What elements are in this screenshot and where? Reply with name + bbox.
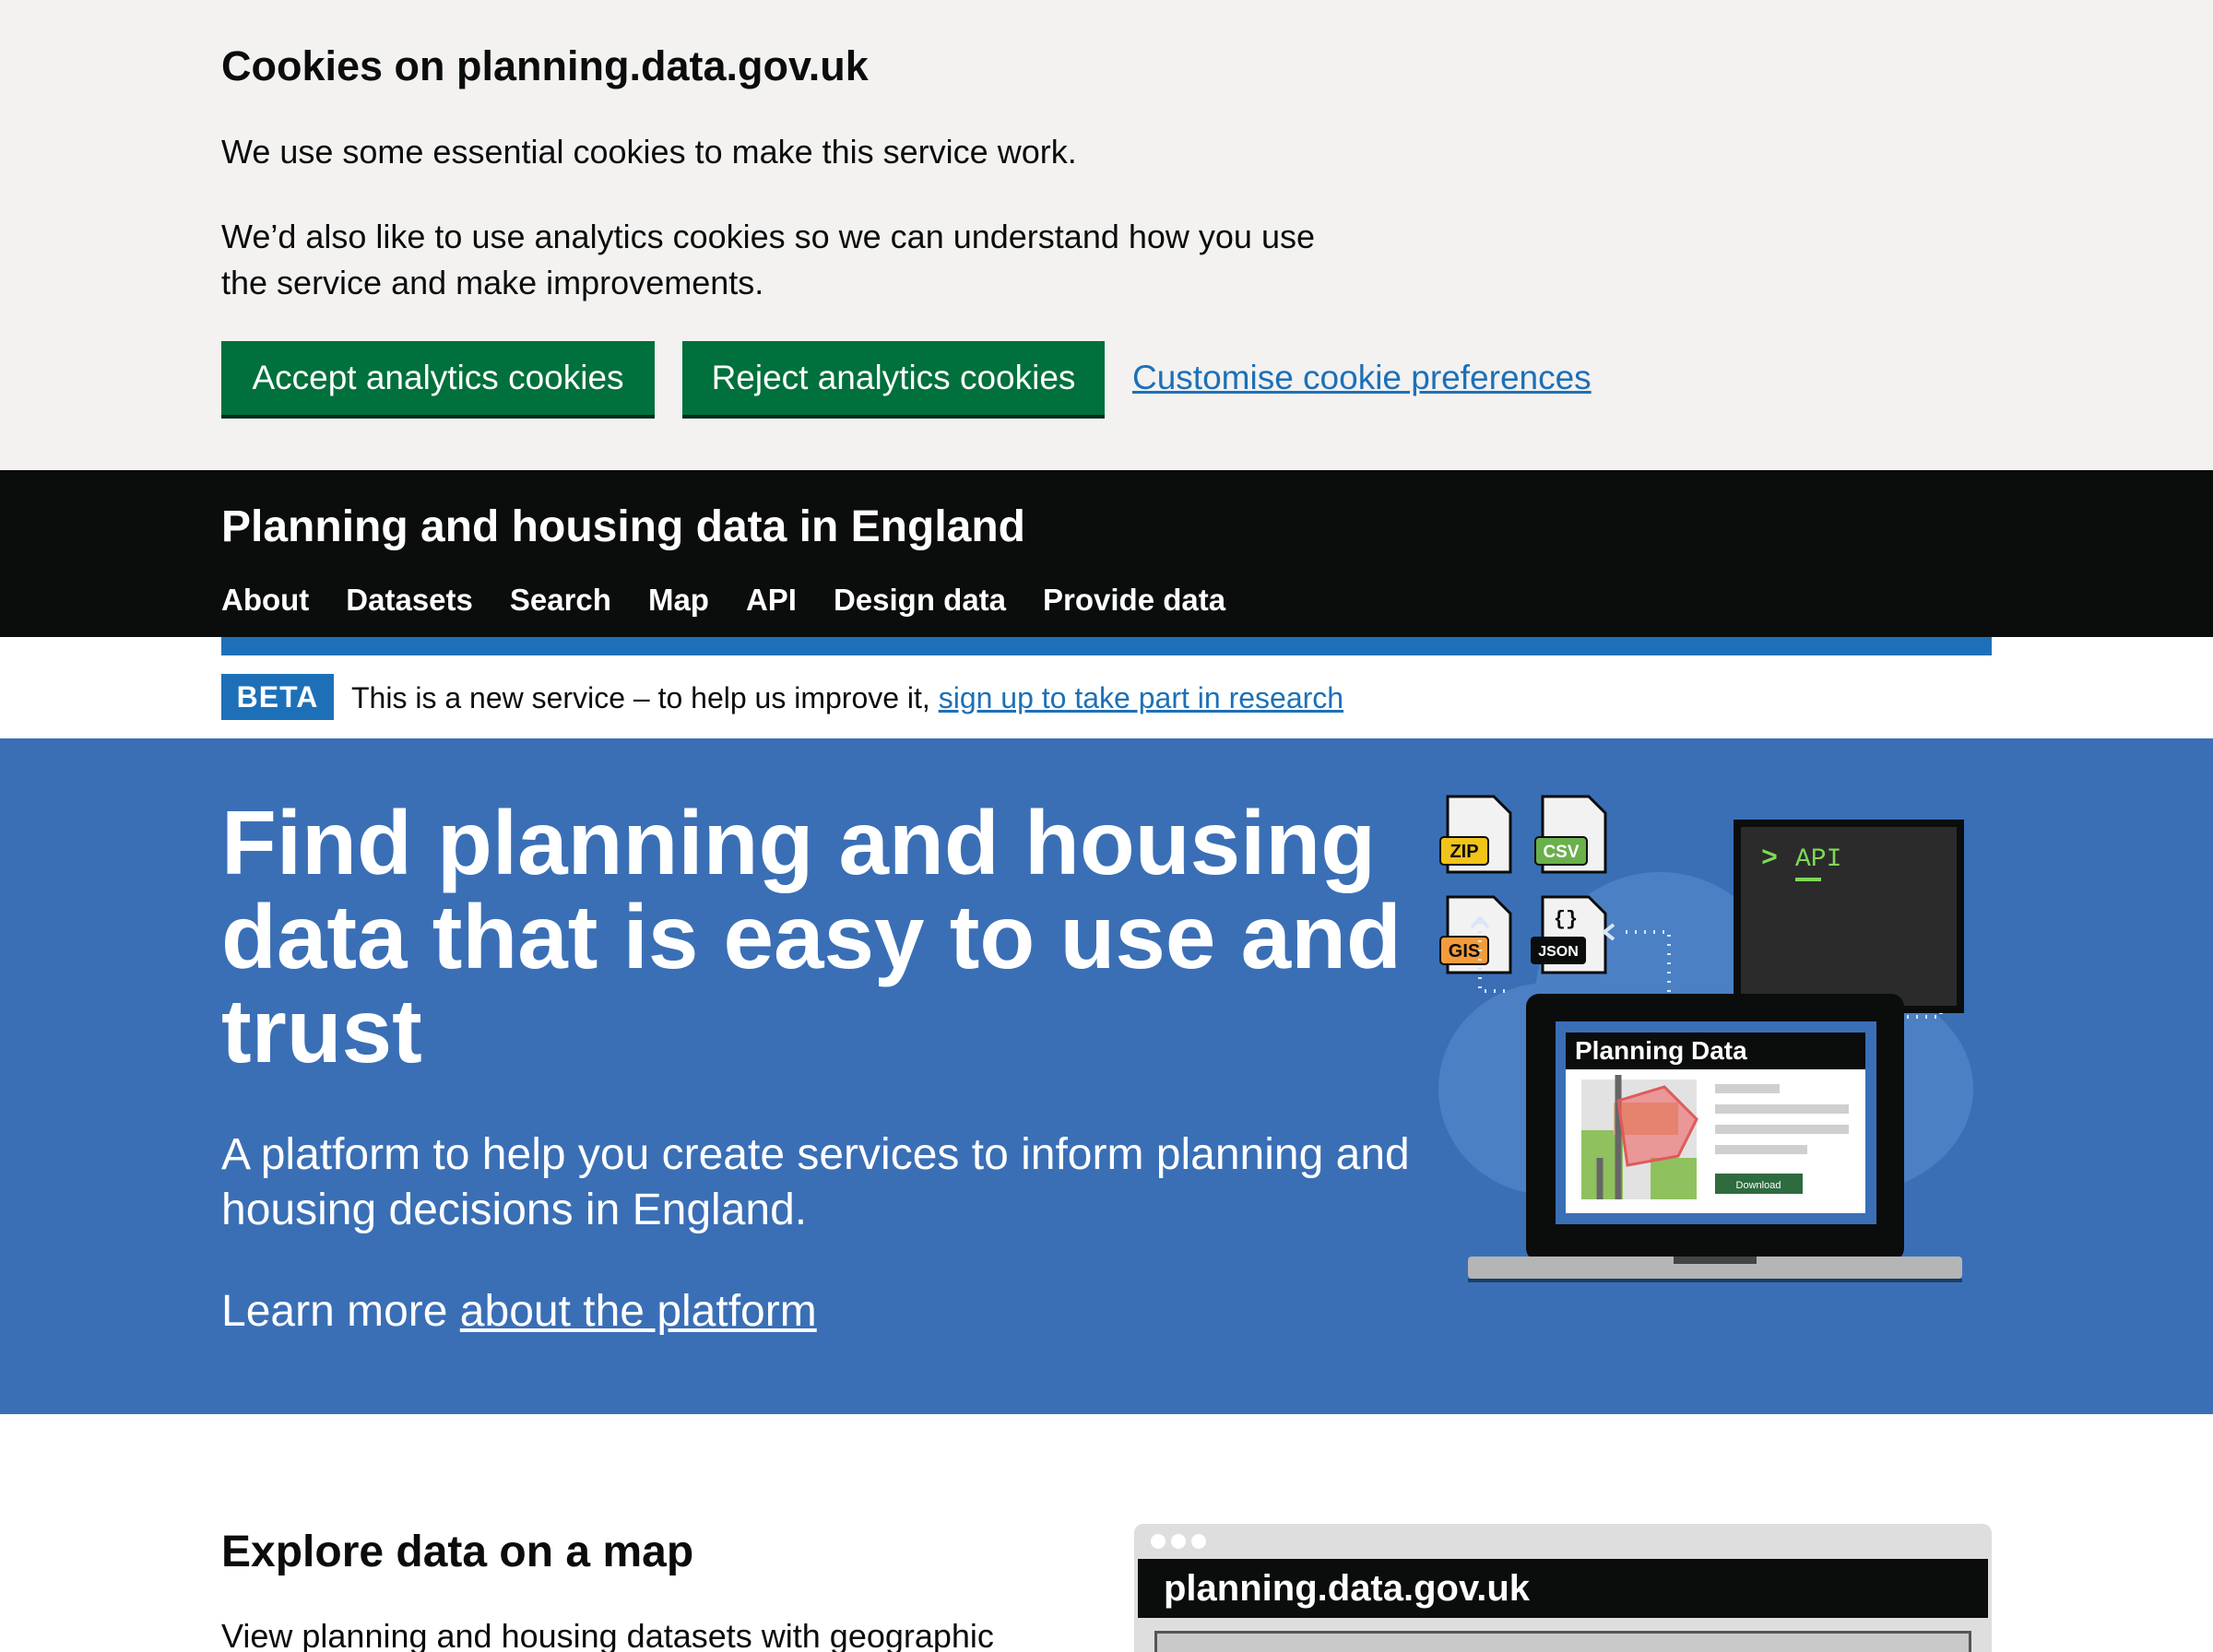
phase-banner-message: This is a new service – to help us impro… xyxy=(351,681,939,714)
zip-badge: ZIP xyxy=(1450,842,1478,862)
nav-item-provide-data[interactable]: Provide data xyxy=(1043,572,1225,629)
learn-more-prefix: Learn more xyxy=(221,1287,460,1336)
nav-item-design-data[interactable]: Design data xyxy=(834,572,1006,629)
zip-file-icon: ZIP xyxy=(1439,795,1512,874)
terminal-prompt: > xyxy=(1761,844,1778,875)
laptop-screen-title: Planning Data xyxy=(1575,1036,1747,1065)
laptop-illustration: Planning Data Download xyxy=(1468,994,1962,1282)
accept-cookies-button[interactable]: Accept analytics cookies xyxy=(221,341,655,415)
json-file-icon: {} JSON xyxy=(1531,895,1607,974)
explore-map-text: View planning and housing datasets with … xyxy=(221,1617,994,1652)
gis-badge: GIS xyxy=(1449,941,1480,962)
api-label: API xyxy=(1795,845,1841,874)
hero-section: Find planning and housing data that is e… xyxy=(0,738,2213,1414)
window-dot-icon xyxy=(1151,1534,1166,1549)
gis-file-icon: GIS xyxy=(1439,895,1512,974)
window-dot-icon xyxy=(1171,1534,1186,1549)
cookie-banner-text-analytics: We’d also like to use analytics cookies … xyxy=(221,218,1315,301)
research-signup-link[interactable]: sign up to take part in research xyxy=(939,681,1343,714)
hero-lead: A platform to help you create services t… xyxy=(221,1130,1410,1234)
window-dot-icon xyxy=(1191,1534,1206,1549)
nav-item-about[interactable]: About xyxy=(221,572,309,629)
learn-more-text: Learn more about the platform xyxy=(221,1284,817,1339)
browser-url: planning.data.gov.uk xyxy=(1138,1559,1988,1618)
csv-badge: CSV xyxy=(1543,843,1579,862)
main-navigation: About Datasets Search Map API Design dat… xyxy=(221,572,1262,629)
nav-item-search[interactable]: Search xyxy=(510,572,611,629)
phase-banner: BETA This is a new service – to help us … xyxy=(0,655,2213,738)
nav-item-api[interactable]: API xyxy=(746,572,797,629)
json-glyph: {} xyxy=(1554,908,1578,931)
csv-file-icon: CSV xyxy=(1534,795,1607,874)
beta-tag: BETA xyxy=(221,674,334,720)
phase-banner-text: This is a new service – to help us impro… xyxy=(351,676,1343,720)
nav-item-datasets[interactable]: Datasets xyxy=(346,572,473,629)
api-terminal: > API xyxy=(1734,820,1964,1013)
hero-title: Find planning and housing data that is e… xyxy=(221,792,1402,1081)
header-underline xyxy=(221,637,1992,655)
cookie-banner-text: We use some essential cookies to make th… xyxy=(221,133,1077,171)
browser-illustration: planning.data.gov.uk xyxy=(1134,1524,1992,1652)
platform-illustration: ZIP CSV GIS {} JSON > API Planning Data … xyxy=(1438,795,1973,1282)
json-badge: JSON xyxy=(1538,944,1579,960)
service-name-link[interactable]: Planning and housing data in England xyxy=(221,491,1025,563)
cookie-banner-title: Cookies on planning.data.gov.uk xyxy=(221,42,869,89)
explore-map-heading: Explore data on a map xyxy=(221,1528,694,1576)
customise-cookies-link[interactable]: Customise cookie preferences xyxy=(1132,355,1592,401)
site-header: Planning and housing data in England Abo… xyxy=(0,470,2213,637)
map-preview xyxy=(1154,1631,1971,1652)
nav-item-map[interactable]: Map xyxy=(648,572,709,629)
reject-cookies-button[interactable]: Reject analytics cookies xyxy=(682,341,1105,415)
cookie-banner: Cookies on planning.data.gov.uk We use s… xyxy=(0,0,2213,470)
laptop-download-label: Download xyxy=(1736,1180,1781,1191)
about-platform-link[interactable]: about the platform xyxy=(460,1287,817,1336)
